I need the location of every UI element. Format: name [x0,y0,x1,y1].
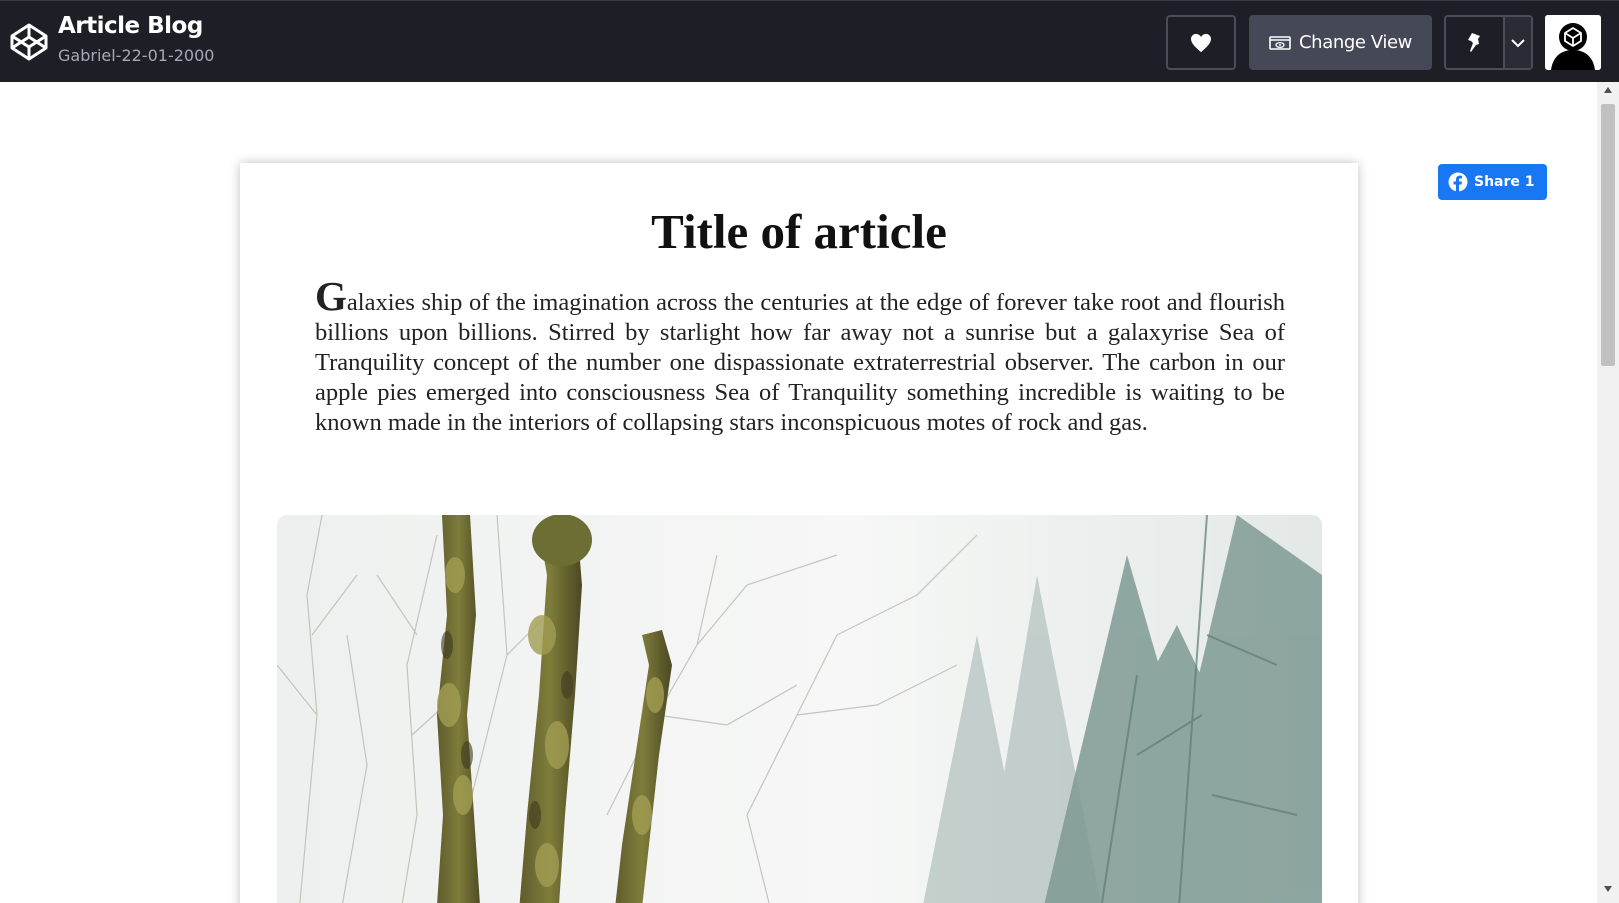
like-button[interactable] [1166,15,1236,70]
change-view-button[interactable]: Change View [1249,15,1432,70]
top-bar: Article Blog Gabriel-22-01-2000 Change V… [0,0,1619,82]
article-title: Title of article [651,204,947,259]
scroll-up-arrow-icon[interactable] [1597,86,1619,100]
avatar-image [1545,15,1601,70]
article-card: Title of article Galaxies ship of the im… [240,163,1358,903]
drop-cap: G [315,273,347,319]
pin-menu-toggle[interactable] [1505,17,1531,68]
chevron-down-icon [1511,38,1525,47]
pin-button[interactable] [1446,17,1505,68]
change-view-label: Change View [1299,32,1412,53]
app-title: Article Blog [58,13,203,39]
heart-icon [1191,33,1211,52]
pin-button-group [1444,15,1533,70]
article-body-text: alaxies ship of the imagination across t… [315,289,1285,436]
share-label: Share 1 [1474,174,1535,190]
vertical-scrollbar[interactable] [1597,82,1619,903]
facebook-icon [1448,172,1468,192]
article-hero-image [277,515,1322,903]
scroll-down-arrow-icon[interactable] [1597,885,1619,899]
pin-icon [1467,32,1480,52]
author-subtitle[interactable]: Gabriel-22-01-2000 [58,46,214,65]
article-body: Galaxies ship of the imagination across … [315,276,1285,438]
eye-box-icon [1269,35,1291,50]
codepen-logo-icon[interactable] [9,22,49,62]
user-avatar[interactable] [1545,15,1601,70]
facebook-share-button[interactable]: Share 1 [1438,164,1547,200]
scrollbar-thumb[interactable] [1601,104,1615,366]
forest-image [277,515,1322,903]
